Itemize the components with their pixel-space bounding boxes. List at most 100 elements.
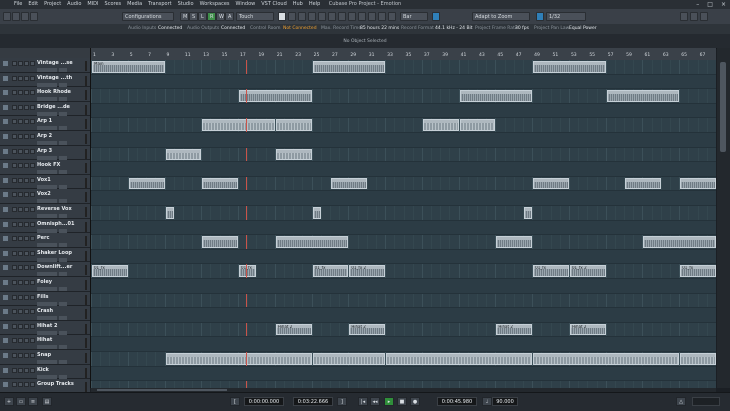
track-header[interactable]: Hook FX bbox=[0, 160, 90, 175]
track-name[interactable]: Shaker Loop bbox=[37, 250, 72, 256]
solo-button[interactable] bbox=[18, 163, 23, 169]
track-filter-icon[interactable]: ▤ bbox=[42, 397, 52, 406]
track-header[interactable]: Omnisph...01 bbox=[0, 218, 90, 234]
track-header[interactable]: Hihat 2 bbox=[0, 320, 90, 336]
read-button[interactable] bbox=[24, 294, 29, 300]
edit-button[interactable] bbox=[59, 155, 67, 160]
right-locator-display[interactable]: 0:03:22.666 bbox=[293, 397, 333, 406]
glue-tool-icon[interactable] bbox=[308, 12, 316, 21]
track-name[interactable]: Arp 1 bbox=[37, 118, 52, 124]
solo-button[interactable] bbox=[18, 177, 23, 183]
track-lane[interactable] bbox=[91, 235, 716, 250]
read-button[interactable] bbox=[24, 221, 29, 227]
read-button[interactable] bbox=[24, 90, 29, 96]
track-lane[interactable] bbox=[91, 191, 716, 206]
scroll-thumb[interactable] bbox=[97, 389, 227, 391]
solo-button[interactable] bbox=[18, 61, 23, 66]
read-button[interactable] bbox=[24, 338, 29, 344]
left-locator-display[interactable]: 0:00:00.000 bbox=[244, 397, 284, 406]
monitor-button[interactable] bbox=[37, 257, 57, 262]
read-button[interactable] bbox=[24, 353, 29, 358]
play-tool-icon[interactable] bbox=[368, 12, 376, 21]
write-button[interactable] bbox=[30, 236, 35, 242]
read-button[interactable] bbox=[24, 177, 29, 183]
read-button[interactable] bbox=[24, 163, 29, 169]
write-button[interactable] bbox=[30, 294, 35, 300]
track-name[interactable]: Arp 3 bbox=[37, 148, 52, 154]
track-name[interactable]: Hook FX bbox=[37, 162, 60, 168]
read-button[interactable] bbox=[24, 309, 29, 315]
write-button[interactable] bbox=[30, 323, 35, 329]
event-display[interactable]: MainArp 1Arp 1BassBassBassBassBass01_101… bbox=[91, 60, 716, 388]
read-button[interactable] bbox=[24, 75, 29, 81]
split-tool-icon[interactable] bbox=[298, 12, 306, 21]
edit-button[interactable] bbox=[59, 301, 67, 306]
solo-button[interactable] bbox=[18, 323, 23, 329]
menu-item-edit[interactable]: Edit bbox=[28, 1, 38, 7]
menu-item-vst-cloud[interactable]: VST Cloud bbox=[261, 1, 287, 7]
monitor-button[interactable] bbox=[37, 184, 57, 189]
write-button[interactable] bbox=[30, 134, 35, 139]
monitor-button[interactable] bbox=[37, 316, 57, 321]
monitor-button[interactable] bbox=[37, 345, 57, 350]
track-name[interactable]: Arp 2 bbox=[37, 133, 52, 139]
mute-button[interactable] bbox=[12, 134, 17, 139]
edit-button[interactable] bbox=[59, 228, 67, 233]
edit-button[interactable] bbox=[59, 330, 67, 335]
track-name[interactable]: Hook Rhode bbox=[37, 89, 71, 95]
edit-button[interactable] bbox=[59, 170, 67, 175]
edit-button[interactable] bbox=[59, 141, 67, 145]
inspector-toggle-icon[interactable] bbox=[3, 12, 11, 21]
read-button[interactable] bbox=[24, 250, 29, 256]
mute-button[interactable]: M bbox=[180, 12, 189, 21]
mute-button[interactable] bbox=[12, 163, 17, 169]
track-name[interactable]: Reverse Vox bbox=[37, 206, 72, 212]
track-name[interactable]: Snap bbox=[37, 352, 51, 358]
solo-button[interactable] bbox=[18, 192, 23, 198]
mute-button[interactable] bbox=[12, 280, 17, 285]
solo-button[interactable] bbox=[18, 265, 23, 271]
write-button[interactable] bbox=[30, 119, 35, 125]
lower-zone-icon[interactable] bbox=[21, 12, 29, 21]
track-lane[interactable] bbox=[91, 103, 716, 119]
menu-item-scores[interactable]: Scores bbox=[105, 1, 122, 7]
monitor-button[interactable] bbox=[37, 272, 57, 277]
draw-tool-icon[interactable] bbox=[348, 12, 356, 21]
solo-button[interactable]: S bbox=[189, 12, 198, 21]
listen-button[interactable]: L bbox=[198, 12, 207, 21]
read-button[interactable] bbox=[24, 134, 29, 139]
solo-button[interactable] bbox=[18, 382, 23, 388]
left-zone-icon[interactable] bbox=[12, 12, 20, 21]
maximize-icon[interactable]: □ bbox=[707, 1, 713, 8]
snap-toggle-icon[interactable] bbox=[432, 12, 440, 21]
write-button[interactable] bbox=[30, 207, 35, 212]
solo-button[interactable] bbox=[18, 148, 23, 154]
track-header[interactable]: Crash bbox=[0, 306, 90, 321]
track-lane[interactable] bbox=[91, 381, 716, 388]
menu-item-help[interactable]: Help bbox=[309, 1, 320, 7]
track-header[interactable]: Downlift...er bbox=[0, 262, 90, 277]
nudge-icon[interactable] bbox=[388, 12, 396, 21]
folder-icon[interactable]: ▭ bbox=[16, 397, 26, 406]
write-button[interactable] bbox=[30, 90, 35, 96]
menu-item-project[interactable]: Project bbox=[44, 1, 61, 7]
monitor-button[interactable] bbox=[37, 330, 57, 335]
read-button[interactable] bbox=[24, 104, 29, 110]
track-name[interactable]: Vox1 bbox=[37, 177, 51, 183]
mute-button[interactable] bbox=[12, 309, 17, 315]
read-button[interactable] bbox=[24, 265, 29, 271]
track-name[interactable]: Downlift...er bbox=[37, 264, 72, 270]
menu-item-studio[interactable]: Studio bbox=[178, 1, 194, 7]
read-button[interactable] bbox=[24, 148, 29, 154]
primary-time-display[interactable]: 0:00:45.980 bbox=[437, 397, 477, 406]
quantize-toggle-icon[interactable] bbox=[536, 12, 544, 21]
track-lane[interactable] bbox=[91, 366, 716, 382]
edit-button[interactable] bbox=[59, 214, 67, 218]
monitor-button[interactable] bbox=[37, 228, 57, 233]
edit-button[interactable] bbox=[59, 272, 67, 277]
write-button[interactable] bbox=[30, 177, 35, 183]
track-name[interactable]: Vox2 bbox=[37, 191, 51, 197]
monitor-button[interactable] bbox=[37, 287, 57, 291]
solo-button[interactable] bbox=[18, 104, 23, 110]
quantize-dropdown[interactable]: 1/32 bbox=[546, 12, 586, 21]
